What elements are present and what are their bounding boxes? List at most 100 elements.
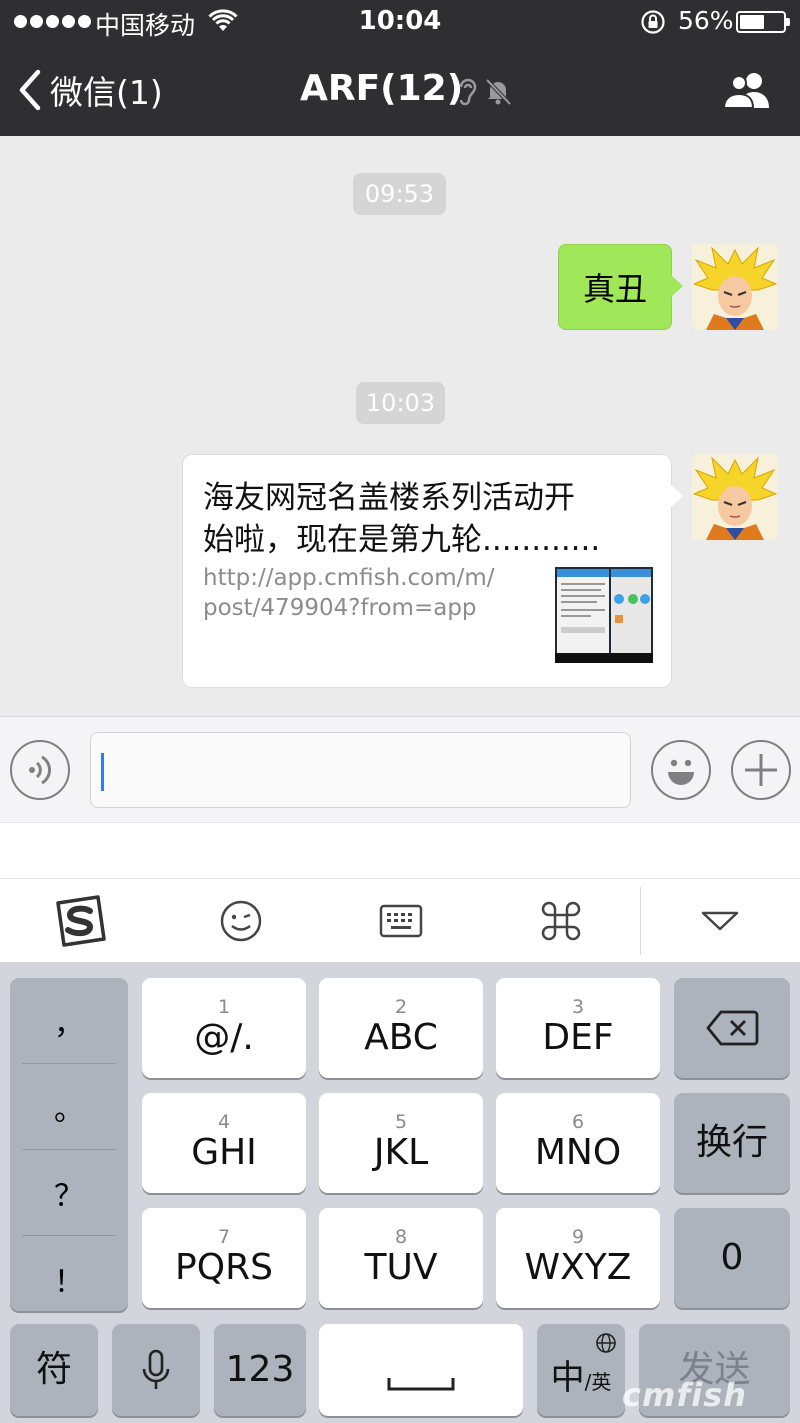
chat-area[interactable]: 09:53 真丑 10:03 海友网冠名盖楼系列活动开 始啦，现在是第九轮...… (0, 136, 800, 716)
key-label: GHI (191, 1132, 257, 1173)
key-number: 7 (217, 1226, 231, 1248)
punct-key[interactable]: ？ (10, 1150, 128, 1236)
link-card[interactable]: 海友网冠名盖楼系列活动开 始啦，现在是第九轮............ http:… (182, 454, 683, 688)
ime-keyboard-button[interactable] (341, 879, 461, 963)
collapse-icon (701, 911, 739, 931)
key-label: PQRS (175, 1247, 273, 1288)
symbols-key[interactable]: 符 (10, 1324, 98, 1416)
link-card-url-line: http://app.cmfish.com/m/ (203, 565, 495, 591)
key-label: 换行 (695, 1122, 768, 1163)
globe-icon (596, 1333, 616, 1353)
watermark: cmfish (622, 1376, 748, 1414)
key-number: 2 (394, 996, 408, 1018)
link-thumbnail-image (555, 567, 653, 663)
back-label: 微信(1) (50, 73, 163, 112)
mute-bell-icon (485, 78, 512, 106)
lang-main-label: 中 (550, 1357, 585, 1398)
link-card-title-line: 始啦，现在是第九轮............ (203, 522, 601, 558)
key-number: 1 (217, 996, 231, 1018)
keyboard-icon (379, 904, 423, 938)
key-8[interactable]: 8 TUV (319, 1208, 483, 1308)
toolbar-divider (640, 887, 641, 955)
title-status-icons (455, 76, 512, 106)
key-2[interactable]: 2 ABC (319, 978, 483, 1078)
emoji-icon (668, 759, 694, 785)
space-bar-icon (387, 1378, 455, 1391)
orientation-lock-icon (640, 9, 666, 39)
key-label: 123 (225, 1349, 295, 1390)
ime-toolbar (0, 878, 800, 962)
avatar[interactable] (692, 454, 778, 540)
backspace-icon (706, 1010, 759, 1046)
candidate-bar (0, 822, 800, 878)
battery-icon (736, 11, 790, 33)
back-chevron-icon (19, 69, 41, 111)
key-number: 3 (571, 996, 585, 1018)
punct-key[interactable]: 。 (10, 1064, 128, 1150)
emoji-button[interactable] (651, 740, 711, 800)
key-1[interactable]: 1 @/. (142, 978, 306, 1078)
key-label: JKL (373, 1132, 429, 1173)
lang-sub-label: /英 (584, 1369, 612, 1394)
newline-key[interactable]: 换行 (674, 1093, 790, 1193)
text-caret (101, 753, 104, 791)
key-label: DEF (542, 1017, 614, 1058)
numbers-key[interactable]: 123 (214, 1324, 306, 1416)
link-card-url-line: post/479904?from=app (203, 595, 477, 621)
ime-emoticon-button[interactable] (181, 879, 301, 963)
group-members-button[interactable] (722, 70, 772, 114)
plus-icon (745, 754, 777, 786)
key-7[interactable]: 7 PQRS (142, 1208, 306, 1308)
timestamp: 09:53 (353, 173, 446, 215)
key-label: TUV (364, 1247, 438, 1288)
message-bubble-sent[interactable]: 真丑 (558, 244, 683, 330)
key-9[interactable]: 9 WXYZ (496, 1208, 660, 1308)
voice-input-button[interactable] (10, 740, 70, 800)
keyboard: ， 。 ？ ！ 1 @/. 2 ABC 3 DEF 4 GHI 5 JKL 6 … (0, 962, 800, 1423)
avatar[interactable] (692, 244, 778, 330)
timestamp: 10:03 (356, 382, 445, 424)
more-options-button[interactable] (731, 740, 791, 800)
key-label: @/. (194, 1017, 254, 1058)
key-number: 6 (571, 1111, 585, 1133)
earpiece-icon (459, 78, 477, 106)
voice-key[interactable] (112, 1324, 200, 1416)
key-label: WXYZ (524, 1247, 632, 1288)
key-0[interactable]: 0 (674, 1208, 790, 1308)
command-icon (541, 901, 581, 941)
key-label: ABC (364, 1017, 438, 1058)
punct-key[interactable]: ！ (10, 1236, 128, 1322)
key-4[interactable]: 4 GHI (142, 1093, 306, 1193)
voice-icon (29, 755, 52, 785)
key-5[interactable]: 5 JKL (319, 1093, 483, 1193)
group-members-icon (722, 73, 769, 109)
collapse-keyboard-button[interactable] (660, 879, 780, 963)
key-label: 0 (720, 1237, 744, 1278)
ime-logo-button[interactable] (20, 879, 140, 963)
space-key[interactable] (319, 1324, 523, 1416)
microphone-icon (142, 1349, 170, 1389)
key-number: 5 (394, 1111, 408, 1133)
language-switch-key[interactable]: 中/英 (537, 1324, 625, 1416)
key-number: 8 (394, 1226, 408, 1248)
battery-percent: 56% (678, 6, 734, 35)
key-label: MNO (534, 1132, 622, 1173)
chat-title: ARF(12) (300, 68, 464, 109)
key-number: 4 (217, 1111, 231, 1133)
backspace-key[interactable] (674, 978, 790, 1078)
link-card-url: http://app.cmfish.com/m/ post/479904?fro… (203, 563, 533, 623)
key-3[interactable]: 3 DEF (496, 978, 660, 1078)
ime-command-button[interactable] (501, 879, 621, 963)
key-number: 9 (571, 1226, 585, 1248)
link-card-title-line: 海友网冠名盖楼系列活动开 (203, 480, 575, 516)
sogou-logo-icon (56, 895, 106, 947)
top-bar: 中国移动 10:04 56% 微信(1) ARF(12) (0, 0, 800, 136)
link-card-title: 海友网冠名盖楼系列活动开 始啦，现在是第九轮............ (203, 477, 643, 561)
input-bar (0, 716, 800, 822)
punct-key[interactable]: ， (10, 978, 128, 1064)
back-button[interactable]: 微信(1) (18, 66, 163, 114)
message-input[interactable] (90, 732, 631, 808)
key-6[interactable]: 6 MNO (496, 1093, 660, 1193)
emoticon-icon (220, 900, 262, 942)
key-label: 符 (35, 1349, 72, 1390)
